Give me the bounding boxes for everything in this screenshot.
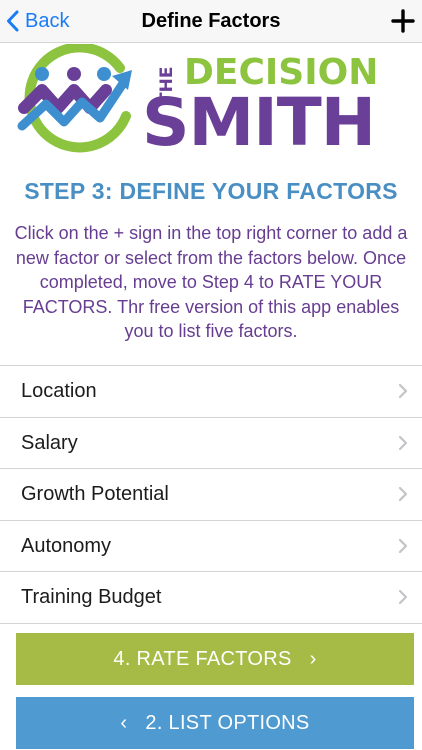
logo-emblem-icon [17,44,132,153]
chevron-left-icon [7,10,19,32]
list-item[interactable]: Growth Potential [0,469,422,521]
back-button[interactable]: Back [6,4,69,38]
chevron-right-icon: › [309,647,317,670]
factor-label: Growth Potential [21,483,169,505]
rate-factors-label: 4. RATE FACTORS [113,647,292,670]
factor-list: Location Salary Growth Potential Autonom… [0,365,422,624]
list-item[interactable]: Autonomy [0,521,422,572]
chevron-right-icon [398,538,408,553]
chevron-right-icon [398,435,408,450]
decision-smith-logo: THE DECISION SMITH [16,44,378,161]
list-item[interactable]: Salary [0,418,422,469]
factor-label: Autonomy [21,534,112,557]
list-options-button[interactable]: ‹ 2. LIST OPTIONS [16,697,414,749]
list-options-label: 2. LIST OPTIONS [145,711,310,734]
step-heading: STEP 3: DEFINE YOUR FACTORS [24,178,398,204]
chevron-right-icon [398,589,408,605]
chevron-right-icon [398,383,408,399]
define-factors-screen: Define Factors Back THE DECISION SMITH S… [0,0,422,750]
navigation-bar: Define Factors Back [0,0,422,43]
logo-smith-text: SMITH [142,84,376,161]
list-item[interactable]: Location [0,366,422,418]
factor-label: Salary [21,431,78,454]
step-description: Click on the + sign in the top right cor… [14,223,408,341]
chevron-right-icon [398,486,408,502]
factor-label: Training Budget [21,586,162,608]
rate-factors-button[interactable]: 4. RATE FACTORS › [16,633,414,685]
back-button-label: Back [25,9,70,32]
factor-label: Location [21,380,97,402]
chevron-left-icon: ‹ [120,711,128,734]
plus-icon[interactable] [390,8,416,34]
list-item[interactable]: Training Budget [0,572,422,624]
